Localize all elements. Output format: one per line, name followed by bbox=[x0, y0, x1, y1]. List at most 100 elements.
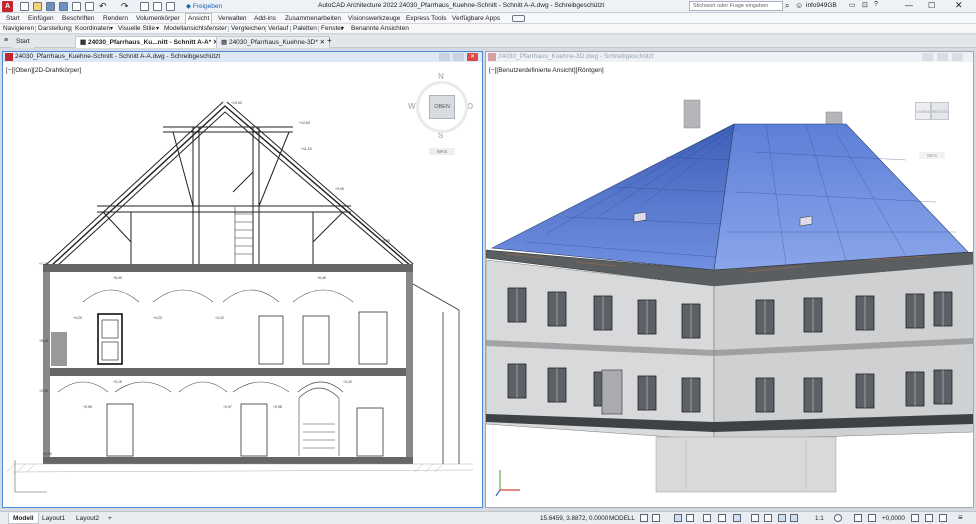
ribbon-tab-add-ins[interactable]: Add-ins bbox=[254, 14, 276, 23]
ribbon-panel-bar: Navigieren Darstellung Koordinaten ▾ Vis… bbox=[0, 24, 976, 34]
level-label: +0,95 bbox=[83, 405, 92, 409]
level-label: +6,45 bbox=[317, 276, 326, 280]
user-name[interactable]: info949GB bbox=[806, 2, 837, 9]
close-icon[interactable]: ✕ bbox=[318, 39, 325, 46]
annotation-scale[interactable]: 1:1 bbox=[815, 514, 824, 523]
ribbon-panel-fenster[interactable]: Fenster bbox=[321, 24, 343, 34]
level-label: +13,90 bbox=[231, 101, 242, 105]
hardware-acceleration-icon[interactable] bbox=[925, 514, 933, 522]
polar-icon[interactable] bbox=[686, 514, 694, 522]
maximize-icon[interactable]: ☐ bbox=[928, 1, 935, 10]
ucs-icon bbox=[14, 460, 47, 493]
level-label: +0,98 bbox=[273, 405, 282, 409]
level-label: +12,50 bbox=[299, 121, 310, 125]
customize-menu-icon[interactable]: ≡ bbox=[958, 513, 963, 522]
help-icon[interactable]: ? bbox=[874, 1, 878, 8]
grid-icon[interactable] bbox=[640, 514, 648, 522]
tab-layout1[interactable]: Layout1 bbox=[38, 513, 69, 524]
units-icon[interactable] bbox=[868, 514, 876, 522]
cart-icon[interactable]: ▭ bbox=[849, 1, 856, 9]
annotation-monitor-icon[interactable] bbox=[854, 514, 862, 522]
ribbon-tabs: Start Einfügen Beschriften Rendern Volum… bbox=[0, 13, 976, 24]
customize-qat-icon[interactable] bbox=[166, 2, 175, 11]
ortho-icon[interactable] bbox=[674, 514, 682, 522]
level-label: ±0,00 bbox=[43, 452, 52, 456]
add-layout-button[interactable]: + bbox=[104, 513, 116, 524]
level-label: +4,23 bbox=[153, 316, 162, 320]
chevron-down-icon[interactable]: ▾ bbox=[110, 25, 113, 32]
close-icon[interactable]: ✕ bbox=[955, 0, 963, 11]
viewport-left[interactable]: 24030_Pfarrhaus_Kuehne-Schnitt - Schnitt… bbox=[2, 51, 483, 508]
search-input[interactable]: Stichwort oder Frage eingeben bbox=[689, 1, 783, 11]
ribbon-tab-ansicht[interactable]: Ansicht bbox=[185, 13, 213, 24]
workspace-gear-icon[interactable] bbox=[834, 514, 842, 522]
redo-icon[interactable]: ↷ bbox=[121, 1, 129, 12]
undo-icon[interactable]: ↶ bbox=[99, 1, 107, 12]
match-properties-icon[interactable] bbox=[153, 2, 162, 11]
save-as-icon[interactable] bbox=[59, 2, 68, 11]
clean-screen-icon[interactable] bbox=[939, 514, 947, 522]
ribbon-tab-verfuegbare-apps[interactable]: Verfügbare Apps bbox=[452, 14, 500, 23]
app-title: AutoCAD Architecture 2022 bbox=[318, 2, 398, 9]
ribbon-tab-einfuegen[interactable]: Einfügen bbox=[28, 14, 54, 23]
share-button[interactable]: ◆ Freigeben bbox=[186, 2, 222, 10]
chevron-down-icon[interactable]: ▾ bbox=[156, 25, 159, 32]
autoscale-icon[interactable] bbox=[790, 514, 798, 522]
user-icon[interactable]: ☺ bbox=[795, 1, 803, 10]
ribbon-panel-paletten[interactable]: Paletten bbox=[293, 24, 317, 34]
isolate-objects-icon[interactable] bbox=[911, 514, 919, 522]
exchange-icon[interactable]: ⊡ bbox=[862, 1, 868, 9]
otrack-icon[interactable] bbox=[718, 514, 726, 522]
selection-cycling-icon[interactable] bbox=[764, 514, 772, 522]
tab-model[interactable]: Modell bbox=[8, 513, 39, 524]
share-icon: ◆ bbox=[186, 3, 193, 10]
ribbon-panel-darstellung[interactable]: Darstellung bbox=[38, 24, 71, 34]
ribbon-panel-modellansichtsfenster[interactable]: Modellansichtsfenster bbox=[164, 24, 227, 34]
coordinate-readout[interactable]: 15.6459, 3.8872, 0.0000 bbox=[540, 514, 608, 523]
annotation-visibility-icon[interactable] bbox=[778, 514, 786, 522]
lineweight-icon[interactable] bbox=[733, 514, 741, 522]
app-logo[interactable]: A bbox=[2, 1, 13, 12]
tab-layout2[interactable]: Layout2 bbox=[72, 513, 103, 524]
precision-readout[interactable]: +0,0000 bbox=[882, 514, 905, 523]
ribbon-panel-vergleichen[interactable]: Vergleichen bbox=[231, 24, 265, 34]
ribbon-tab-zusammenarbeiten[interactable]: Zusammenarbeiten bbox=[285, 14, 341, 23]
model-space-button[interactable]: MODELL bbox=[609, 514, 635, 523]
new-file-icon[interactable] bbox=[20, 2, 29, 11]
ribbon-tab-start[interactable]: Start bbox=[6, 14, 20, 23]
snap-icon[interactable] bbox=[652, 514, 660, 522]
plot-icon[interactable] bbox=[140, 2, 149, 11]
menu-icon[interactable]: ≡ bbox=[4, 37, 8, 44]
osnap-icon[interactable] bbox=[703, 514, 711, 522]
level-label: +11,15 bbox=[301, 147, 312, 151]
tab-start[interactable]: Start bbox=[12, 36, 34, 48]
ribbon-tab-verwalten[interactable]: Verwalten bbox=[218, 14, 247, 23]
ribbon-tab-beschriften[interactable]: Beschriften bbox=[62, 14, 95, 23]
ribbon-toggle-icon[interactable] bbox=[512, 15, 525, 22]
ribbon-panel-navigieren[interactable]: Navigieren bbox=[3, 24, 34, 34]
save-icon[interactable] bbox=[46, 2, 55, 11]
chevron-down-icon[interactable]: ▾ bbox=[341, 25, 344, 32]
ribbon-panel-verlauf[interactable]: Verlauf bbox=[268, 24, 288, 34]
ribbon-panel-benannte-ansichten[interactable]: Benannte Ansichten bbox=[351, 24, 409, 34]
ribbon-tab-visionswerkzeuge[interactable]: Visionswerkzeuge bbox=[348, 14, 400, 23]
ribbon-panel-visuelle-stile[interactable]: Visuelle Stile bbox=[118, 24, 155, 34]
level-label: +7,45 bbox=[39, 262, 48, 266]
viewport-right[interactable]: 24030_Pfarrhaus_Kuehne-3D.dwg - Schreibg… bbox=[485, 51, 974, 508]
ribbon-tab-volumenkoerper[interactable]: Volumenkörper bbox=[136, 14, 180, 23]
publish-icon[interactable] bbox=[85, 2, 94, 11]
ribbon-tab-rendern[interactable]: Rendern bbox=[103, 14, 128, 23]
minimize-icon[interactable]: — bbox=[905, 1, 913, 10]
ribbon-tab-express-tools[interactable]: Express Tools bbox=[406, 14, 446, 23]
ribbon-panel-koordinaten[interactable]: Koordinaten bbox=[75, 24, 110, 34]
tab-3d[interactable]: ▦ 24030_Pfarrhaus_Kuehne-3D* ✕ bbox=[216, 36, 331, 48]
tab-schnitt[interactable]: ▦ 24030_Pfarrhaus_Ku...nitt - Schnitt A-… bbox=[75, 36, 224, 48]
transparency-icon[interactable] bbox=[751, 514, 759, 522]
print-icon[interactable] bbox=[72, 2, 81, 11]
search-icon[interactable]: ⌕ bbox=[785, 1, 789, 11]
new-tab-button[interactable]: + bbox=[327, 36, 332, 45]
separator bbox=[290, 26, 291, 32]
level-label: +4,22 bbox=[215, 316, 224, 320]
separator bbox=[71, 26, 72, 32]
open-file-icon[interactable] bbox=[33, 2, 42, 11]
